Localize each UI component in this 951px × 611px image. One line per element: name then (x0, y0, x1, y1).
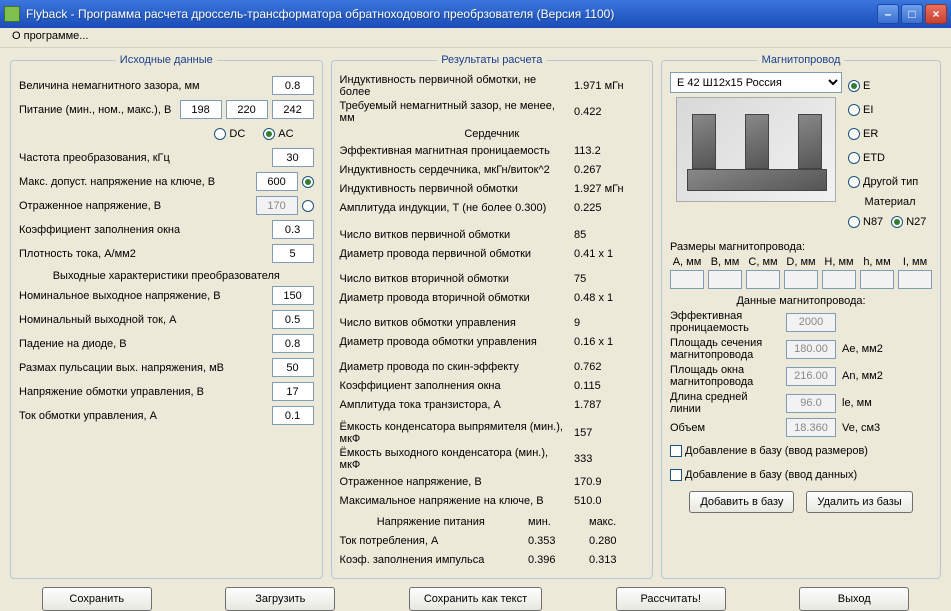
input-group: Исходные данные Величина немагнитного за… (10, 54, 323, 579)
dims-header: A, ммB, ммC, мм D, ммH, ммh, ммI, мм (670, 256, 932, 268)
dim-hh-input[interactable] (822, 270, 856, 289)
freq-input[interactable] (272, 148, 314, 167)
ripple-label: Размах пульсации вых. напряжения, мВ (19, 362, 268, 374)
dim-b-input[interactable] (708, 270, 742, 289)
shape-other-radio[interactable]: Другой тип (848, 176, 918, 188)
exit-button[interactable]: Выход (799, 587, 909, 611)
ripple-input[interactable] (272, 358, 314, 377)
maximize-button[interactable]: □ (901, 4, 923, 24)
supply-nom-input[interactable] (226, 100, 268, 119)
core-legend: Магнитопровод (758, 54, 845, 66)
supply-label: Питание (мин., ном., макс.), В (19, 104, 176, 116)
shape-ei-radio[interactable]: EI (848, 104, 873, 116)
menu-bar: О программе... (0, 28, 951, 48)
ac-radio[interactable]: AC (263, 128, 293, 140)
core-image (676, 97, 836, 202)
dim-d-input[interactable] (784, 270, 818, 289)
core-subheading: Сердечник (340, 128, 644, 140)
input-legend: Исходные данные (116, 54, 217, 66)
mat-n87-radio[interactable]: N87 (848, 216, 883, 228)
vsw-input[interactable] (256, 172, 298, 191)
add-to-db-button[interactable]: Добавить в базу (689, 491, 794, 513)
supply-max-input[interactable] (272, 100, 314, 119)
menu-about[interactable]: О программе... (6, 28, 94, 44)
lprim-value: 1.971 мГн (574, 80, 644, 92)
core-mu-input (786, 313, 836, 332)
vctrl-label: Напряжение обмотки управления, В (19, 386, 268, 398)
material-label: Материал (848, 196, 932, 208)
shape-er-radio[interactable]: ER (848, 128, 878, 140)
ictrl-label: Ток обмотки управления, А (19, 410, 268, 422)
vout-label: Номинальное выходное напряжение, В (19, 290, 268, 302)
vref-radio[interactable] (302, 200, 314, 212)
dim-h-input[interactable] (860, 270, 894, 289)
vref-label: Отраженное напряжение, В (19, 200, 252, 212)
kfill-label: Коэффициент заполнения окна (19, 224, 268, 236)
vdiode-input[interactable] (272, 334, 314, 353)
iout-input[interactable] (272, 310, 314, 329)
title-bar: Flyback - Программа расчета дроссель-тра… (0, 0, 951, 28)
add-data-check[interactable]: Добавление в базу (ввод данных) (670, 469, 857, 481)
dims-heading: Размеры магнитопровода: (670, 241, 932, 253)
save-text-button[interactable]: Сохранить как текст (409, 587, 542, 611)
gap-label: Величина немагнитного зазора, мм (19, 80, 268, 92)
jdens-input[interactable] (272, 244, 314, 263)
gap-input[interactable] (272, 76, 314, 95)
dim-a-input[interactable] (670, 270, 704, 289)
core-ve-input (786, 418, 836, 437)
app-icon (4, 6, 20, 22)
freq-label: Частота преобразования, кГц (19, 152, 268, 164)
core-an-input (786, 367, 836, 386)
results-legend: Результаты расчета (437, 54, 546, 66)
vsw-label: Макс. допуст. напряжение на ключе, В (19, 176, 252, 188)
remove-from-db-button[interactable]: Удалить из базы (806, 491, 912, 513)
core-ae-input (786, 340, 836, 359)
data-heading: Данные магнитопровода: (670, 295, 932, 307)
core-group: Магнитопровод E 42 Ш12x15 Россия E EI (661, 54, 941, 579)
vref-input (256, 196, 298, 215)
minimize-button[interactable]: – (877, 4, 899, 24)
load-button[interactable]: Загрузить (225, 587, 335, 611)
vout-input[interactable] (272, 286, 314, 305)
jdens-label: Плотность тока, А/мм2 (19, 248, 268, 260)
shape-etd-radio[interactable]: ETD (848, 152, 885, 164)
kfill-input[interactable] (272, 220, 314, 239)
window-title: Flyback - Программа расчета дроссель-тра… (26, 7, 877, 21)
add-dims-check[interactable]: Добавление в базу (ввод размеров) (670, 445, 868, 457)
button-row: Сохранить Загрузить Сохранить как текст … (10, 579, 941, 611)
save-button[interactable]: Сохранить (42, 587, 152, 611)
close-button[interactable]: × (925, 4, 947, 24)
vctrl-input[interactable] (272, 382, 314, 401)
mat-n27-radio[interactable]: N27 (891, 216, 926, 228)
core-select[interactable]: E 42 Ш12x15 Россия (670, 72, 842, 93)
gapreq-value: 0.422 (574, 106, 644, 118)
vdiode-label: Падение на диоде, В (19, 338, 268, 350)
dim-c-input[interactable] (746, 270, 780, 289)
vsw-radio[interactable] (302, 176, 314, 188)
dim-i-input[interactable] (898, 270, 932, 289)
shape-e-radio[interactable]: E (848, 80, 870, 92)
results-group: Результаты расчета Индуктивность первичн… (331, 54, 653, 579)
ictrl-input[interactable] (272, 406, 314, 425)
calculate-button[interactable]: Рассчитать! (616, 587, 726, 611)
iout-label: Номинальный выходной ток, А (19, 314, 268, 326)
core-le-input (786, 394, 836, 413)
supply-min-input[interactable] (180, 100, 222, 119)
dc-radio[interactable]: DC (214, 128, 245, 140)
output-subheading: Выходные характеристики преобразователя (19, 270, 314, 282)
